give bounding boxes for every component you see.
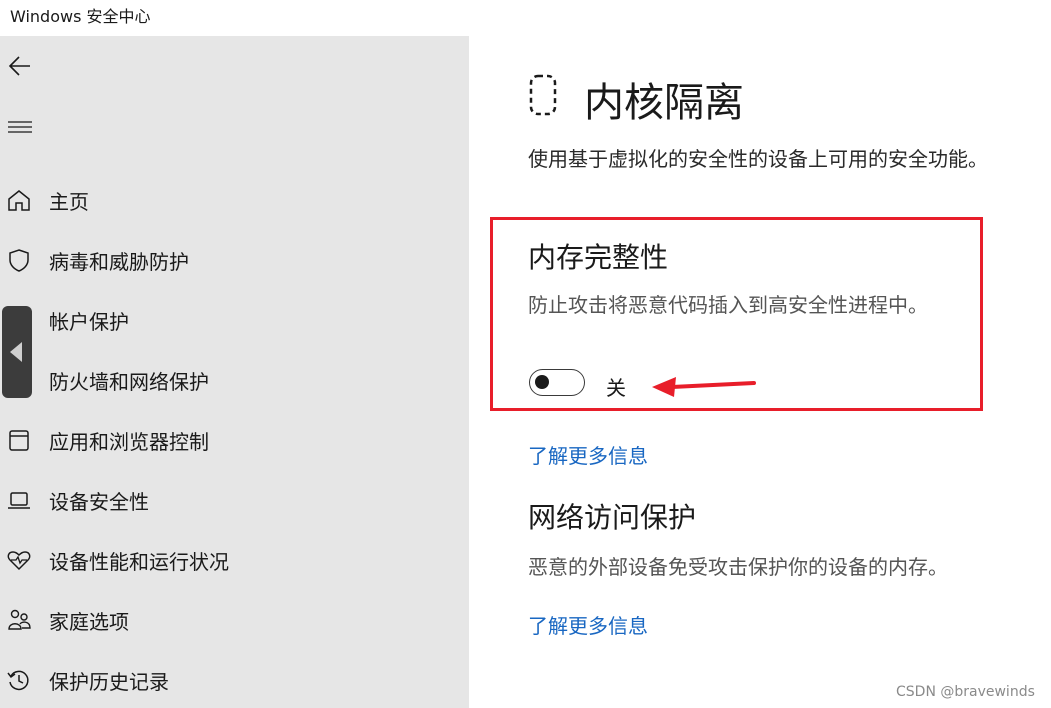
sidebar-item-label: 家庭选项: [49, 610, 129, 634]
learn-more-link-memory-integrity[interactable]: 了解更多信息: [528, 440, 648, 469]
sidebar-item-device-performance[interactable]: 设备性能和运行状况: [0, 538, 469, 582]
red-arrow-annotation: [652, 377, 756, 397]
sidebar-item-device-security[interactable]: 设备安全性: [0, 478, 469, 522]
chevron-left-icon: [10, 342, 22, 362]
learn-more-link-network-access[interactable]: 了解更多信息: [528, 610, 648, 639]
heart-pulse-icon: [7, 551, 31, 571]
toggle-knob: [535, 375, 549, 389]
window-title: Windows 安全中心: [10, 7, 151, 26]
memory-integrity-toggle[interactable]: [529, 369, 585, 396]
family-icon: [8, 609, 31, 630]
sidebar-item-virus-protection[interactable]: 病毒和威胁防护: [0, 238, 469, 282]
menu-button[interactable]: [6, 113, 34, 141]
page-description: 使用基于虚拟化的安全性的设备上可用的安全功能。: [528, 147, 988, 171]
core-isolation-icon: [529, 74, 557, 116]
browser-window-icon: [9, 430, 29, 451]
memory-integrity-description: 防止攻击将恶意代码插入到高安全性进程中。: [528, 293, 928, 317]
home-icon: [8, 190, 30, 211]
sidebar-collapse-handle[interactable]: [2, 306, 32, 398]
sidebar-item-label: 帐户保护: [49, 310, 129, 334]
hamburger-icon: [8, 121, 32, 133]
shield-icon: [9, 249, 29, 272]
title-bar: Windows 安全中心: [0, 0, 1051, 36]
sidebar-item-protection-history[interactable]: 保护历史记录: [0, 658, 469, 702]
sidebar-item-label: 设备性能和运行状况: [49, 550, 229, 574]
sidebar-item-label: 保护历史记录: [49, 670, 169, 694]
sidebar-item-label: 应用和浏览器控制: [49, 430, 209, 454]
back-arrow-icon: [8, 56, 30, 76]
network-access-protection-description: 恶意的外部设备免受攻击保护你的设备的内存。: [528, 555, 948, 579]
sidebar-item-account-protection[interactable]: 帐户保护: [0, 298, 469, 342]
sidebar-item-home[interactable]: 主页: [0, 178, 469, 222]
sidebar-item-app-browser-control[interactable]: 应用和浏览器控制: [0, 418, 469, 462]
sidebar-item-family-options[interactable]: 家庭选项: [0, 598, 469, 642]
history-icon: [7, 670, 29, 691]
sidebar-item-label: 主页: [49, 190, 89, 214]
page-title: 内核隔离: [584, 80, 744, 126]
back-button[interactable]: [6, 52, 34, 80]
sidebar-item-label: 病毒和威胁防护: [49, 250, 189, 274]
laptop-icon: [8, 492, 30, 509]
sidebar-item-label: 防火墙和网络保护: [49, 370, 209, 394]
sidebar-item-label: 设备安全性: [49, 490, 149, 514]
watermark: CSDN @bravewinds: [896, 684, 1035, 700]
toggle-state-label: 关: [606, 376, 626, 400]
memory-integrity-title: 内存完整性: [528, 241, 669, 274]
network-access-protection-title: 网络访问保护: [528, 501, 697, 534]
sidebar-item-firewall[interactable]: 防火墙和网络保护: [0, 358, 469, 402]
